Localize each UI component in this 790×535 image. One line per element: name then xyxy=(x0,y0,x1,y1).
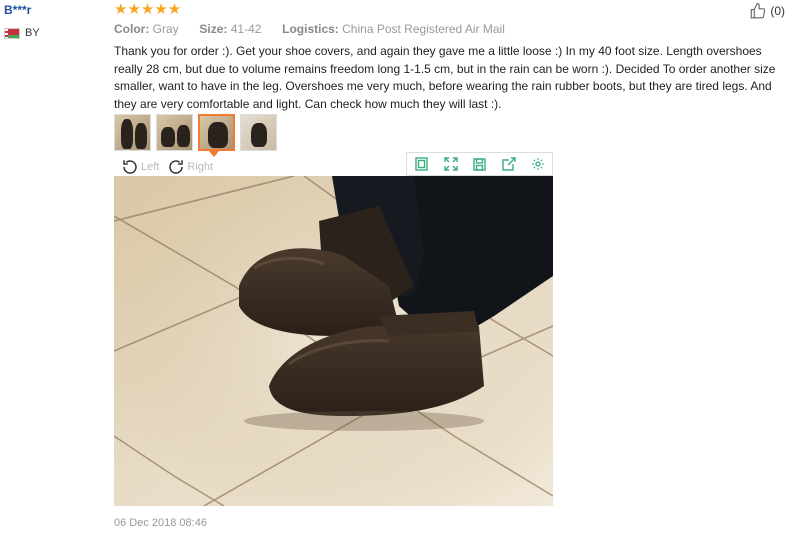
thumbnail[interactable] xyxy=(114,114,151,151)
reviewer-info: B***r BY xyxy=(4,3,40,39)
attr-color-label: Color: xyxy=(114,22,150,36)
attr-color-value: Gray xyxy=(152,22,179,36)
country-code: BY xyxy=(25,27,40,39)
attr-size-value: 41-42 xyxy=(230,22,262,36)
reviewer-name[interactable]: B***r xyxy=(4,3,40,17)
review-date: 06 Dec 2018 08:46 xyxy=(114,517,207,529)
rotate-right-icon xyxy=(169,160,184,174)
thumbnail-strip xyxy=(114,114,277,151)
helpful-button[interactable]: (0) xyxy=(749,2,785,20)
rotate-left-label: Left xyxy=(141,161,160,173)
settings-icon[interactable] xyxy=(530,156,546,172)
save-icon[interactable] xyxy=(472,156,488,172)
thumbs-up-icon xyxy=(751,2,766,19)
rotate-right-button[interactable]: Right xyxy=(167,158,213,176)
thumbnail[interactable] xyxy=(240,114,277,151)
attr-logistics-label: Logistics: xyxy=(282,22,339,36)
flag-icon xyxy=(4,27,20,39)
attr-size-label: Size: xyxy=(199,22,228,36)
image-viewer: Left Right xyxy=(114,152,553,506)
viewer-toolbar xyxy=(406,152,553,176)
helpful-count: (0) xyxy=(770,4,785,18)
rotate-right-label: Right xyxy=(187,161,214,173)
rotate-controls: Left Right xyxy=(121,158,213,176)
fit-icon[interactable] xyxy=(414,156,430,172)
reviewer-country: BY xyxy=(4,27,40,39)
rotate-left-icon xyxy=(123,160,137,174)
thumbnail[interactable] xyxy=(156,114,193,151)
share-icon[interactable] xyxy=(501,156,517,172)
order-attributes: Color: Gray Size: 41-42 Logistics: China… xyxy=(114,22,505,36)
review-photo[interactable] xyxy=(114,176,553,506)
star-rating: ★★★★★ xyxy=(114,1,182,18)
rotate-left-button[interactable]: Left xyxy=(121,158,159,176)
attr-logistics-value: China Post Registered Air Mail xyxy=(342,22,505,36)
review-text: Thank you for order :). Get your shoe co… xyxy=(114,44,776,111)
fullscreen-icon[interactable] xyxy=(443,156,459,172)
thumbnail-active[interactable] xyxy=(198,114,235,151)
